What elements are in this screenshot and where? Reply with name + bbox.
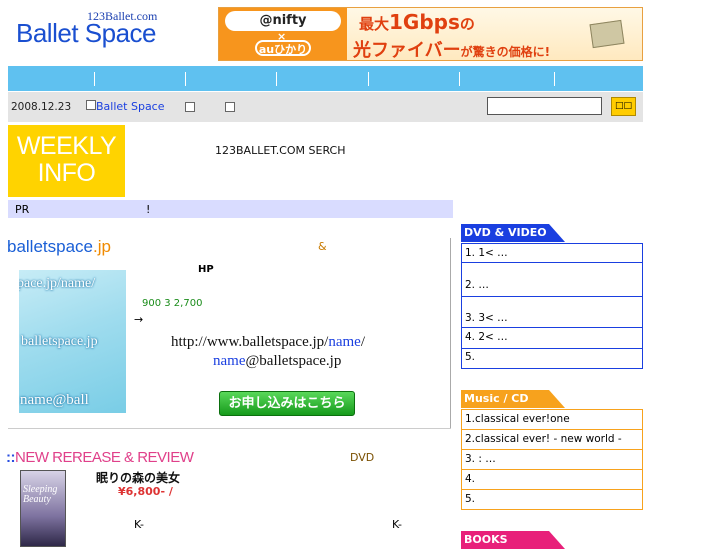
nav-separator bbox=[459, 72, 460, 86]
dvd-ranking-item[interactable]: 1. 1< … bbox=[462, 247, 642, 263]
music-ranking-item[interactable]: 2.classical ever! - new world - bbox=[462, 433, 642, 450]
nifty-logo: @nifty bbox=[225, 11, 341, 31]
dvd-video-title: DVD & VIDEO bbox=[464, 226, 547, 239]
url-prefix: http://www.balletspace.jp/ bbox=[171, 334, 329, 350]
balletspace-url: http://www.balletspace.jp/name/ bbox=[171, 334, 365, 351]
banner-suffix: の bbox=[459, 15, 475, 33]
balletspace-email: name@balletspace.jp bbox=[213, 353, 341, 370]
breadcrumb-box-icon bbox=[86, 100, 96, 110]
balletspace-title[interactable]: balletspace.jp bbox=[7, 237, 111, 257]
dvd-ranking-item[interactable]: 2. … bbox=[462, 279, 642, 297]
promo-image-text: pace.jp/name/ bbox=[19, 276, 96, 291]
banner-money-icon bbox=[589, 19, 625, 49]
new-release-title: ::NEW REREASE & REVIEW bbox=[6, 449, 194, 466]
apply-button[interactable]: お申し込みはこちら bbox=[219, 391, 355, 416]
dvd-ranking-list: 1. 1< … 2. … 3. 3< … 4. 2< … 5. bbox=[461, 243, 643, 369]
banner-tagline-small: が驚きの価格に! bbox=[460, 45, 551, 59]
nav-separator bbox=[94, 72, 95, 86]
balletspace-promo-image[interactable]: pace.jp/name/ balletspace.jp name@ball bbox=[19, 270, 126, 413]
books-header: BOOKS bbox=[461, 531, 565, 549]
pr-bar bbox=[8, 200, 453, 218]
music-ranking-list: 1.classical ever!one 2.classical ever! -… bbox=[461, 409, 643, 510]
new-release-dvd-label: DVD bbox=[350, 451, 375, 464]
music-ranking-item[interactable]: 4. bbox=[462, 473, 642, 490]
new-release-dots: :: bbox=[6, 449, 16, 466]
music-ranking-item[interactable]: 1.classical ever!one bbox=[462, 413, 642, 430]
header-tab-triangle bbox=[549, 390, 565, 408]
weekly-info-line2: INFO bbox=[37, 159, 96, 187]
main-navbar bbox=[8, 66, 643, 91]
release-item-price: ¥6,800- / bbox=[118, 485, 173, 498]
dvd-ranking-item[interactable]: 3. 3< … bbox=[462, 312, 642, 328]
breadcrumb-box-icon bbox=[225, 102, 235, 115]
banner-prefix: 最大 bbox=[359, 15, 390, 33]
dvd-video-header: DVD & VIDEO bbox=[461, 224, 565, 242]
release-item-k-label: K- bbox=[134, 518, 145, 531]
nav-separator bbox=[554, 72, 555, 86]
email-domain: @balletspace.jp bbox=[245, 353, 342, 369]
nav-separator bbox=[185, 72, 186, 86]
breadcrumb[interactable]: Ballet Space bbox=[86, 100, 165, 113]
weekly-info-line1: WEEKLY bbox=[16, 132, 117, 160]
header-tab-triangle bbox=[549, 224, 565, 242]
books-title: BOOKS bbox=[464, 533, 508, 546]
nav-separator bbox=[368, 72, 369, 86]
dvd-ranking-item[interactable]: 4. 2< … bbox=[462, 331, 642, 349]
column-divider bbox=[450, 238, 451, 428]
banner-headline: 最大1Gbpsの bbox=[359, 10, 475, 34]
url-suffix: / bbox=[360, 334, 365, 350]
new-release-title-text: NEW REREASE & REVIEW bbox=[15, 449, 194, 466]
music-ranking-item[interactable]: 3. : … bbox=[462, 453, 642, 470]
music-cd-header: Music / CD bbox=[461, 390, 565, 408]
balletspace-hp: HP bbox=[198, 264, 214, 275]
dvd-cover-text: Sleeping Beauty bbox=[23, 484, 58, 505]
promo-image-text: name@ball bbox=[20, 392, 89, 408]
release-item-title[interactable]: 眠りの森の美女 bbox=[96, 469, 180, 486]
dvd-ranking-item[interactable]: 5. bbox=[462, 351, 642, 367]
email-name-segment: name bbox=[213, 353, 246, 369]
section-divider bbox=[8, 428, 451, 429]
url-name-segment: name bbox=[328, 334, 361, 350]
pr-label: PR bbox=[15, 203, 30, 216]
balletspace-amp: & bbox=[318, 240, 327, 253]
music-cd-title: Music / CD bbox=[464, 392, 529, 405]
search-input[interactable] bbox=[487, 97, 602, 115]
banner-brand-panel: @nifty × auひかり bbox=[219, 8, 347, 60]
banner-tagline-main: 光ファイバー bbox=[353, 40, 461, 61]
weekly-info-logo[interactable]: WEEKLY INFO bbox=[8, 125, 125, 197]
balletspace-title-main: balletspace bbox=[7, 237, 94, 256]
breadcrumb-link[interactable]: Ballet Space bbox=[96, 100, 165, 113]
balletspace-title-suffix: .jp bbox=[93, 237, 111, 256]
au-hikari-logo: auひかり bbox=[255, 40, 311, 56]
search-button[interactable]: □□ bbox=[611, 97, 636, 116]
current-date: 2008.12.23 bbox=[11, 101, 72, 113]
header-tab-triangle bbox=[549, 531, 565, 549]
balletspace-price: 900 3 2,700 bbox=[142, 298, 203, 309]
pr-text[interactable]: ! bbox=[146, 203, 150, 216]
site-search-heading: 123BALLET.COM SERCH bbox=[215, 144, 346, 157]
music-ranking-item[interactable]: 5. bbox=[462, 493, 642, 509]
arrow-icon: → bbox=[134, 313, 144, 326]
release-item-k-label: K- bbox=[392, 518, 403, 531]
breadcrumb-box-icon bbox=[185, 102, 195, 115]
dvd-cover-image[interactable]: Sleeping Beauty bbox=[20, 470, 66, 547]
banner-tagline: 光ファイバーが驚きの価格に! bbox=[353, 36, 551, 61]
promo-image-text: balletspace.jp bbox=[21, 334, 98, 349]
banner-speed: 1Gbps bbox=[389, 10, 460, 34]
ad-banner[interactable]: @nifty × auひかり 最大1Gbpsの 光ファイバーが驚きの価格に! bbox=[218, 7, 643, 61]
nav-separator bbox=[276, 72, 277, 86]
site-logo[interactable]: Ballet Space bbox=[16, 18, 156, 49]
